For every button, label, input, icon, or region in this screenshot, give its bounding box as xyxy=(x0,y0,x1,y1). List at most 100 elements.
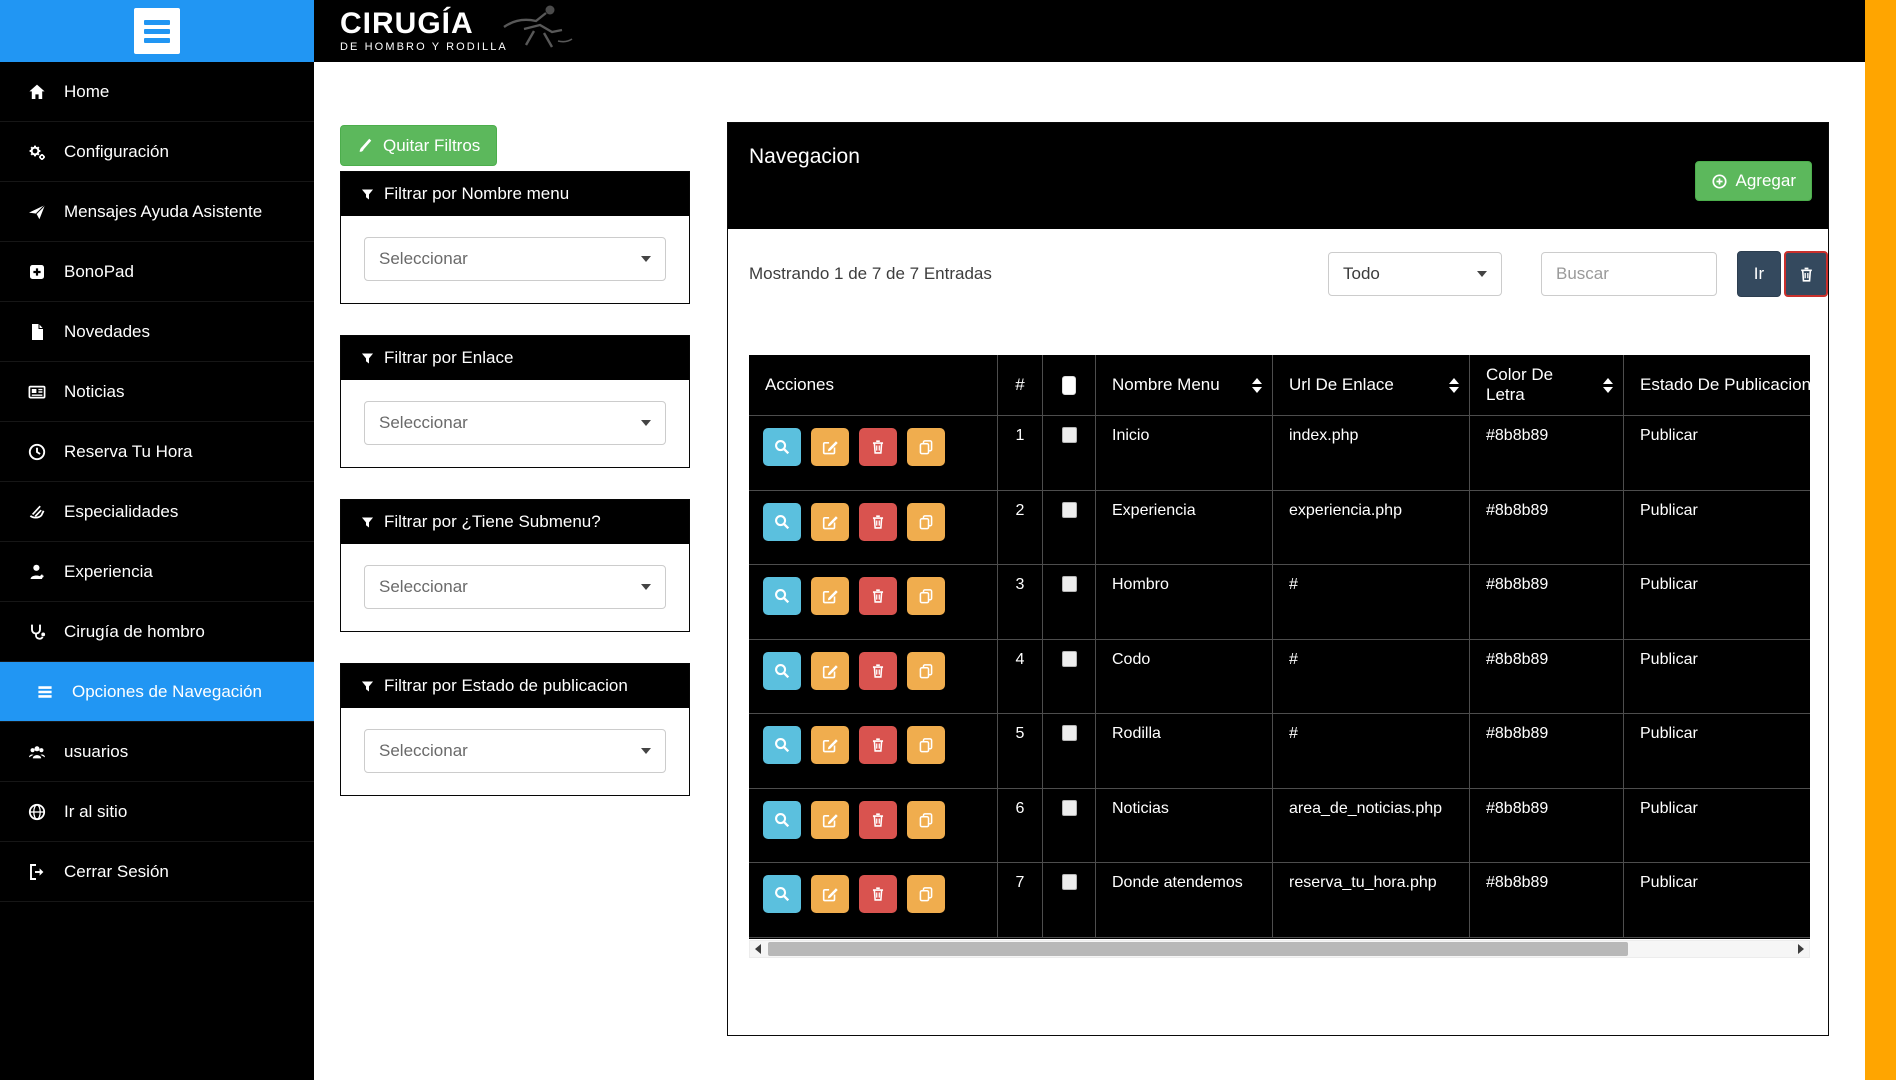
sidebar-item-mensajes-ayuda-asistente[interactable]: Mensajes Ayuda Asistente xyxy=(0,182,314,242)
sidebar-item-opciones-de-navegacion[interactable]: Opciones de Navegación xyxy=(0,662,314,722)
bulk-delete-button[interactable] xyxy=(1784,251,1828,297)
sidebar-item-label: Cirugía de hombro xyxy=(64,622,205,642)
menu-toggle-button[interactable] xyxy=(134,8,180,54)
sidebar-item-cirugia-de-hombro[interactable]: Cirugía de hombro xyxy=(0,602,314,662)
view-button[interactable] xyxy=(763,875,801,913)
select-all-checkbox[interactable] xyxy=(1062,376,1076,395)
users-icon xyxy=(26,742,48,762)
column-color-letra[interactable]: Color De Letra xyxy=(1470,355,1624,415)
table-row: 1 Inicio index.php #8b8b89 Publicar xyxy=(749,416,1810,491)
cell-color-letra: #8b8b89 xyxy=(1470,565,1624,639)
copy-button[interactable] xyxy=(907,503,945,541)
delete-button[interactable] xyxy=(859,503,897,541)
page-length-select[interactable]: Todo xyxy=(1328,252,1502,296)
scrollbar-thumb[interactable] xyxy=(768,942,1628,956)
trash-icon xyxy=(1797,265,1816,284)
view-button[interactable] xyxy=(763,503,801,541)
edit-button[interactable] xyxy=(811,428,849,466)
filter-panel-title: Filtrar por Enlace xyxy=(384,348,513,368)
edit-button[interactable] xyxy=(811,726,849,764)
filter-panel-header: Filtrar por Enlace xyxy=(341,336,689,380)
copy-button[interactable] xyxy=(907,726,945,764)
delete-button[interactable] xyxy=(859,801,897,839)
edit-button[interactable] xyxy=(811,875,849,913)
filter-icon xyxy=(360,351,375,366)
sidebar-item-reserva-tu-hora[interactable]: Reserva Tu Hora xyxy=(0,422,314,482)
copy-button[interactable] xyxy=(907,577,945,615)
sidebar-item-experiencia[interactable]: Experiencia xyxy=(0,542,314,602)
delete-button[interactable] xyxy=(859,652,897,690)
cell-color-letra: #8b8b89 xyxy=(1470,416,1624,490)
row-number: 5 xyxy=(998,714,1043,788)
table-row: 7 Donde atendemos reserva_tu_hora.php #8… xyxy=(749,863,1810,938)
column-url-enlace[interactable]: Url De Enlace xyxy=(1273,355,1470,415)
cell-estado-publicacion: Publicar xyxy=(1624,491,1810,565)
sidebar-item-noticias[interactable]: Noticias xyxy=(0,362,314,422)
sidebar-item-novedades[interactable]: Novedades xyxy=(0,302,314,362)
view-button[interactable] xyxy=(763,726,801,764)
copy-button[interactable] xyxy=(907,801,945,839)
filter-panel-header: Filtrar por Nombre menu xyxy=(341,172,689,216)
data-table: Acciones # Nombre Menu Url De Enlace Col… xyxy=(749,355,1810,939)
sidebar-item-configuracion[interactable]: Configuración xyxy=(0,122,314,182)
cell-url-enlace: area_de_noticias.php xyxy=(1273,789,1470,863)
sidebar-item-label: Novedades xyxy=(64,322,150,342)
filter-tiene-submenu-select[interactable]: Seleccionar xyxy=(364,565,666,609)
edit-button[interactable] xyxy=(811,503,849,541)
view-button[interactable] xyxy=(763,577,801,615)
copy-icon xyxy=(917,587,935,605)
copy-button[interactable] xyxy=(907,652,945,690)
view-button[interactable] xyxy=(763,652,801,690)
copy-button[interactable] xyxy=(907,428,945,466)
cell-url-enlace: index.php xyxy=(1273,416,1470,490)
filter-panel-title: Filtrar por Estado de publicacion xyxy=(384,676,628,696)
sidebar-item-usuarios[interactable]: usuarios xyxy=(0,722,314,782)
hand-pen-icon xyxy=(26,502,48,522)
row-checkbox[interactable] xyxy=(1062,874,1077,890)
filter-enlace-select[interactable]: Seleccionar xyxy=(364,401,666,445)
delete-button[interactable] xyxy=(859,577,897,615)
sidebar-item-label: Cerrar Sesión xyxy=(64,862,169,882)
row-checkbox[interactable] xyxy=(1062,800,1077,816)
scroll-right-arrow[interactable] xyxy=(1793,941,1809,957)
row-checkbox[interactable] xyxy=(1062,651,1077,667)
clear-filters-button[interactable]: Quitar Filtros xyxy=(340,125,497,166)
trash-icon xyxy=(869,811,887,829)
filter-nombre-menu-select[interactable]: Seleccionar xyxy=(364,237,666,281)
sidebar-item-especialidades[interactable]: Especialidades xyxy=(0,482,314,542)
cell-nombre-menu: Noticias xyxy=(1096,789,1273,863)
add-button[interactable]: Agregar xyxy=(1695,161,1812,201)
sidebar-item-ir-al-sitio[interactable]: Ir al sitio xyxy=(0,782,314,842)
column-nombre-menu[interactable]: Nombre Menu xyxy=(1096,355,1273,415)
delete-button[interactable] xyxy=(859,726,897,764)
view-button[interactable] xyxy=(763,801,801,839)
sidebar-item-cerrar-sesion[interactable]: Cerrar Sesión xyxy=(0,842,314,902)
filter-panel-nombre-menu: Filtrar por Nombre menu Seleccionar xyxy=(340,171,690,304)
delete-button[interactable] xyxy=(859,875,897,913)
scrollbar-track[interactable] xyxy=(766,941,1793,957)
row-checkbox[interactable] xyxy=(1062,502,1077,518)
admin-app: Home Configuración Mensajes Ayuda Asiste… xyxy=(0,0,1896,1080)
row-checkbox[interactable] xyxy=(1062,725,1077,741)
table-header-row: Acciones # Nombre Menu Url De Enlace Col… xyxy=(749,355,1810,416)
copy-button[interactable] xyxy=(907,875,945,913)
sidebar-item-home[interactable]: Home xyxy=(0,62,314,122)
sidebar-item-bonopad[interactable]: BonoPad xyxy=(0,242,314,302)
column-estado-publicacion[interactable]: Estado De Publicacion xyxy=(1624,355,1810,415)
copy-icon xyxy=(917,438,935,456)
edit-button[interactable] xyxy=(811,652,849,690)
edit-button[interactable] xyxy=(811,801,849,839)
scroll-left-arrow[interactable] xyxy=(750,941,766,957)
filter-panel-estado-publicacion: Filtrar por Estado de publicacion Selecc… xyxy=(340,663,690,796)
delete-button[interactable] xyxy=(859,428,897,466)
logo-title: CIRUGÍA xyxy=(340,9,508,39)
search-icon xyxy=(773,736,791,754)
go-button[interactable]: Ir xyxy=(1737,251,1781,297)
row-checkbox[interactable] xyxy=(1062,576,1077,592)
filter-estado-publicacion-select[interactable]: Seleccionar xyxy=(364,729,666,773)
horizontal-scrollbar[interactable] xyxy=(749,940,1810,958)
view-button[interactable] xyxy=(763,428,801,466)
search-input[interactable] xyxy=(1541,252,1717,296)
row-checkbox[interactable] xyxy=(1062,427,1077,443)
edit-button[interactable] xyxy=(811,577,849,615)
